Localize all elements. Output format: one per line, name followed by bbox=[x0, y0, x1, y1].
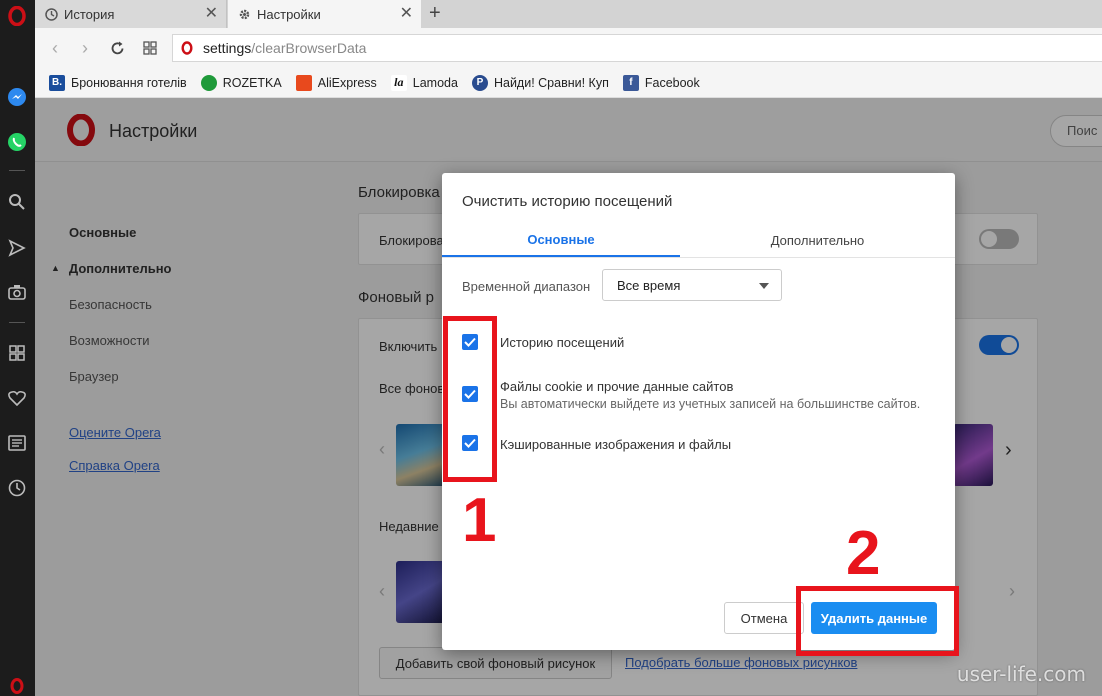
close-icon[interactable]: ✕ bbox=[400, 6, 413, 22]
cache-option-label: Кэшированные изображения и файлы bbox=[500, 437, 732, 452]
time-range-select[interactable]: Все время bbox=[602, 269, 782, 301]
price-icon: P bbox=[471, 74, 488, 91]
messenger-icon[interactable] bbox=[5, 85, 29, 109]
bookmark-label: Lamoda bbox=[412, 75, 458, 90]
chevron-down-icon bbox=[759, 283, 769, 289]
aliexpress-icon bbox=[295, 74, 312, 91]
time-range-label: Временной диапазон bbox=[462, 279, 591, 294]
facebook-icon: f bbox=[622, 74, 639, 91]
bookmark-label: Найди! Сравни! Куп bbox=[493, 75, 609, 90]
tab-label: История bbox=[64, 6, 115, 22]
lamoda-icon: la bbox=[390, 74, 407, 91]
opera-icon bbox=[181, 41, 193, 55]
bookmark-rozetka[interactable]: ROZETKA bbox=[200, 74, 282, 91]
news-icon[interactable] bbox=[5, 431, 29, 455]
close-icon[interactable]: ✕ bbox=[205, 6, 218, 22]
toolbar: ‹ › settings/clearBrowserData bbox=[35, 28, 1102, 68]
time-range-value: Все время bbox=[617, 278, 681, 293]
history-option-label: Историю посещений bbox=[500, 335, 625, 350]
tab-label: Настройки bbox=[257, 6, 321, 22]
cookies-option-label: Файлы cookie и прочие данные сайтов bbox=[500, 379, 734, 394]
tab-history[interactable]: История ✕ bbox=[35, 0, 227, 28]
bookmark-lamoda[interactable]: la Lamoda bbox=[390, 74, 458, 91]
tabs-grid-icon[interactable] bbox=[140, 38, 160, 58]
gear-icon bbox=[238, 8, 251, 21]
search-icon[interactable] bbox=[5, 190, 29, 214]
dialog-divider bbox=[442, 257, 955, 258]
history-icon bbox=[45, 7, 58, 21]
annotation-number-2: 2 bbox=[846, 519, 881, 588]
bookmark-aliexpress[interactable]: AliExpress bbox=[295, 74, 377, 91]
bookmark-facebook[interactable]: f Facebook bbox=[622, 74, 700, 91]
tab-basic[interactable]: Основные bbox=[442, 223, 680, 257]
whatsapp-icon[interactable] bbox=[5, 130, 29, 154]
annotation-number-1: 1 bbox=[462, 486, 497, 555]
sidebar-divider bbox=[9, 322, 25, 323]
bookmarks-bar: B. Бронювання готелів ROZETKA AliExpress… bbox=[35, 68, 1102, 98]
bookmark-label: Бронювання готелів bbox=[71, 75, 187, 90]
rozetka-icon bbox=[200, 74, 217, 91]
bookmark-price[interactable]: P Найди! Сравни! Куп bbox=[471, 74, 609, 91]
send-icon[interactable] bbox=[5, 236, 29, 260]
annotation-box-1 bbox=[443, 316, 497, 482]
opera-sidebar bbox=[0, 0, 35, 696]
heart-icon[interactable] bbox=[5, 386, 29, 410]
reload-icon[interactable] bbox=[107, 38, 127, 58]
address-bar[interactable]: settings/clearBrowserData bbox=[172, 34, 1102, 62]
bookmark-label: Facebook bbox=[644, 75, 700, 90]
booking-icon: B. bbox=[49, 74, 65, 91]
bookmark-label: AliExpress bbox=[317, 75, 377, 90]
tab-strip: История ✕ Настройки ✕ + bbox=[35, 0, 1102, 28]
speed-dial-icon[interactable] bbox=[5, 341, 29, 365]
bookmark-label: ROZETKA bbox=[222, 75, 282, 90]
forward-icon[interactable]: › bbox=[75, 38, 95, 58]
camera-icon[interactable] bbox=[5, 280, 29, 304]
tab-advanced[interactable]: Дополнительно bbox=[680, 223, 955, 257]
url-path: /clearBrowserData bbox=[251, 40, 367, 56]
cookies-option-hint: Вы автоматически выйдете из учетных запи… bbox=[500, 397, 921, 411]
opera-logo-icon bbox=[5, 674, 29, 696]
bookmark-booking[interactable]: B. Бронювання готелів bbox=[49, 74, 187, 91]
dialog-title: Очистить историю посещений bbox=[462, 193, 673, 210]
back-icon[interactable]: ‹ bbox=[45, 38, 65, 58]
tab-settings[interactable]: Настройки ✕ bbox=[228, 0, 421, 28]
new-tab-button[interactable]: + bbox=[429, 2, 441, 25]
clock-icon[interactable] bbox=[5, 476, 29, 500]
watermark: user-life.com bbox=[956, 662, 1086, 686]
annotation-box-2 bbox=[796, 586, 959, 656]
cancel-button[interactable]: Отмена bbox=[724, 602, 804, 634]
url-scheme: settings bbox=[203, 40, 252, 56]
sidebar-divider bbox=[9, 170, 25, 171]
opera-menu-icon[interactable] bbox=[5, 4, 29, 28]
